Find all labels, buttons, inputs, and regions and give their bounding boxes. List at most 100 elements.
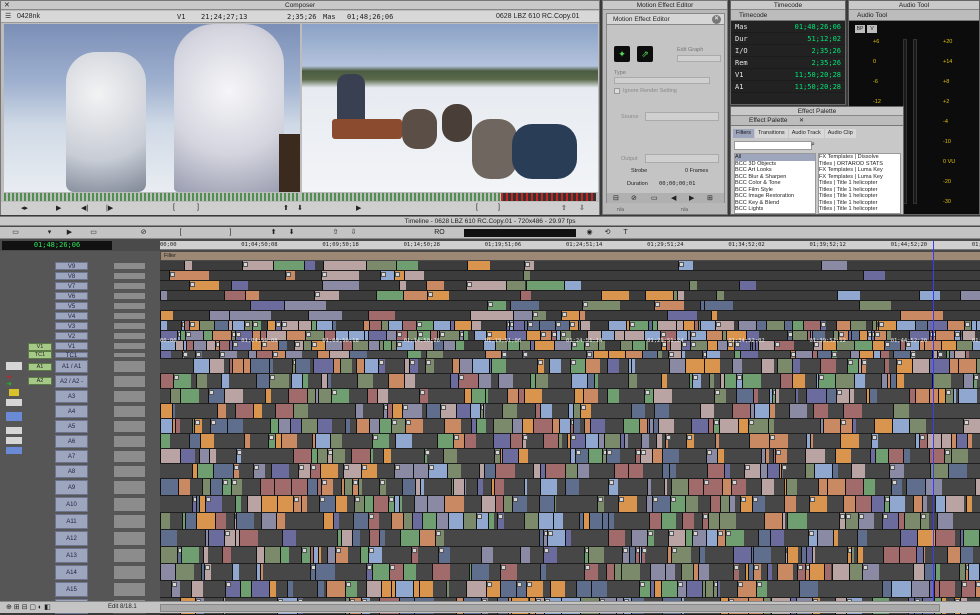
effect-icon[interactable]	[859, 514, 864, 519]
clip[interactable]	[601, 291, 630, 300]
clip[interactable]	[261, 513, 276, 529]
clip[interactable]	[344, 479, 351, 495]
clip[interactable]	[585, 434, 598, 448]
clip[interactable]	[369, 530, 379, 546]
effect-icon[interactable]	[571, 435, 576, 440]
type-select[interactable]	[614, 77, 710, 84]
clip[interactable]	[799, 581, 819, 597]
clip[interactable]	[927, 321, 947, 330]
effect-search-input[interactable]	[734, 141, 812, 150]
effect-icon[interactable]	[527, 582, 532, 587]
clip[interactable]	[181, 547, 199, 563]
effect-icon[interactable]	[426, 360, 431, 365]
clip[interactable]	[896, 374, 905, 388]
clip[interactable]	[559, 419, 570, 433]
clip[interactable]	[333, 513, 339, 529]
clip[interactable]	[631, 359, 635, 373]
clip[interactable]	[301, 419, 317, 433]
clip[interactable]	[966, 496, 972, 512]
clip[interactable]	[777, 359, 791, 373]
clip[interactable]	[485, 389, 488, 403]
clip[interactable]	[824, 564, 831, 580]
effect-icon[interactable]	[832, 352, 837, 357]
clip[interactable]	[520, 291, 531, 300]
clip[interactable]	[891, 581, 911, 597]
clip[interactable]	[852, 419, 855, 433]
clip[interactable]	[588, 547, 604, 563]
effect-icon[interactable]	[211, 420, 216, 425]
clip[interactable]	[160, 547, 177, 563]
clip[interactable]	[446, 581, 449, 597]
clip[interactable]	[196, 374, 207, 388]
clip[interactable]	[647, 479, 651, 495]
clip[interactable]	[170, 389, 180, 403]
track-header[interactable]: A7	[55, 450, 88, 463]
clip[interactable]	[340, 359, 352, 373]
clip[interactable]	[478, 374, 491, 388]
clip[interactable]	[506, 281, 526, 290]
effect-icon[interactable]	[974, 375, 979, 380]
effect-icon[interactable]	[174, 375, 179, 380]
effect-icon[interactable]	[299, 465, 304, 470]
clip[interactable]	[199, 449, 209, 463]
clip[interactable]	[954, 351, 965, 358]
clip[interactable]	[450, 374, 458, 388]
track-row[interactable]	[160, 496, 980, 513]
effect-palette-titlebar[interactable]: Effect Palette	[731, 107, 903, 116]
clip[interactable]	[789, 404, 808, 418]
track-controls[interactable]	[113, 565, 146, 580]
clip[interactable]	[370, 449, 373, 463]
clip[interactable]	[369, 419, 380, 433]
toolbar-title-icon[interactable]: T	[620, 228, 631, 237]
clip[interactable]	[495, 496, 503, 512]
clip[interactable]	[243, 359, 250, 373]
effect-icon[interactable]	[429, 465, 434, 470]
clip[interactable]	[770, 530, 783, 546]
clip[interactable]	[245, 291, 259, 300]
clip[interactable]	[976, 321, 980, 330]
clip[interactable]	[513, 311, 532, 320]
clip[interactable]	[366, 581, 381, 597]
clip[interactable]	[832, 564, 849, 580]
clip[interactable]	[554, 496, 556, 512]
clip[interactable]	[221, 374, 229, 388]
clip[interactable]	[768, 419, 774, 433]
clip[interactable]	[958, 359, 977, 373]
effect-icon[interactable]	[630, 322, 635, 327]
clip[interactable]	[329, 351, 349, 358]
clip[interactable]	[307, 479, 317, 495]
effect-icon[interactable]	[716, 322, 721, 327]
clip[interactable]	[443, 449, 457, 463]
clip[interactable]	[539, 321, 555, 330]
track-row[interactable]	[160, 291, 980, 301]
track-row[interactable]	[160, 389, 980, 404]
effect-icon[interactable]	[687, 435, 692, 440]
clip[interactable]	[821, 261, 847, 270]
track-header[interactable]: A3	[55, 390, 88, 403]
effect-icon[interactable]	[528, 322, 533, 327]
effect-icon[interactable]	[459, 375, 464, 380]
tool-link-icon[interactable]	[6, 399, 22, 406]
clip[interactable]	[953, 389, 957, 403]
clip[interactable]	[855, 496, 871, 512]
effect-icon[interactable]	[332, 390, 337, 395]
clip[interactable]	[323, 513, 333, 529]
clip[interactable]	[571, 374, 587, 388]
clip[interactable]	[769, 404, 775, 418]
clip[interactable]	[888, 449, 903, 463]
clip[interactable]	[583, 389, 598, 403]
clip[interactable]	[301, 496, 307, 512]
clip[interactable]	[180, 449, 195, 463]
stop-icon[interactable]: ⊘	[631, 194, 637, 202]
clip[interactable]	[502, 404, 517, 418]
effect-icon[interactable]	[436, 531, 441, 536]
clip[interactable]	[175, 419, 180, 433]
effect-icon[interactable]	[369, 514, 374, 519]
clip[interactable]	[951, 449, 969, 463]
clip[interactable]	[524, 389, 542, 403]
clip[interactable]	[738, 419, 749, 433]
clip[interactable]	[426, 404, 441, 418]
effect-icon[interactable]	[488, 302, 493, 307]
clip[interactable]	[466, 581, 486, 597]
clip[interactable]	[395, 581, 413, 597]
